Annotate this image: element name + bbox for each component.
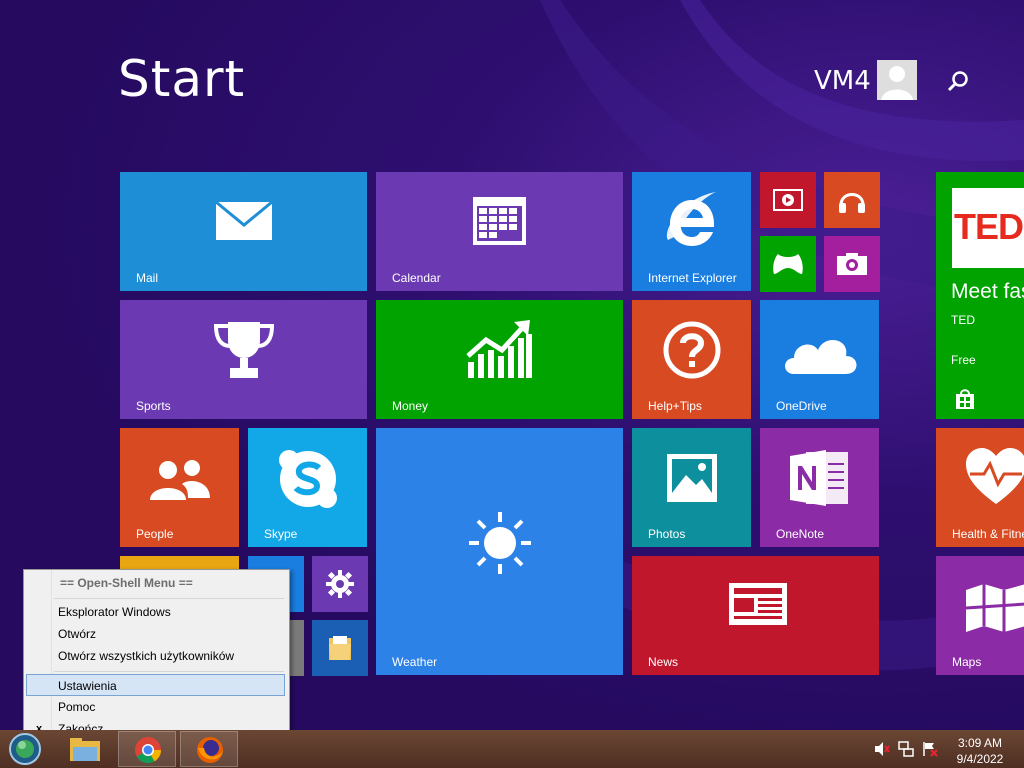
user-name[interactable]: VM4 bbox=[814, 66, 871, 96]
game-controller-icon bbox=[773, 254, 803, 274]
network-icon[interactable] bbox=[898, 741, 914, 757]
ted-headline: Meet fas bbox=[951, 280, 1024, 303]
start-button[interactable] bbox=[0, 730, 52, 766]
start-orb-icon bbox=[9, 733, 41, 765]
calendar-icon bbox=[473, 197, 526, 245]
tile-sports[interactable]: Sports bbox=[120, 300, 367, 419]
firefox-icon bbox=[197, 737, 223, 763]
photos-icon bbox=[667, 454, 717, 502]
menu-item-otworz[interactable]: Otwórz bbox=[26, 623, 285, 645]
mail-icon bbox=[215, 201, 273, 240]
skype-icon bbox=[279, 450, 337, 508]
heart-icon bbox=[966, 448, 1024, 504]
tile-label: Maps bbox=[952, 655, 982, 669]
clock-date: 9/4/2022 bbox=[956, 752, 1004, 766]
menu-header: == Open-Shell Menu == bbox=[60, 576, 193, 590]
map-icon bbox=[965, 584, 1024, 632]
tile-label: OneNote bbox=[776, 527, 825, 541]
cloud-icon bbox=[785, 339, 857, 374]
tile-skype[interactable]: Skype bbox=[248, 428, 367, 547]
tile-photos[interactable]: Photos bbox=[632, 428, 751, 547]
tile-label: News bbox=[648, 655, 679, 669]
tile-label: Help+Tips bbox=[648, 399, 702, 413]
ted-logo-box: TED bbox=[952, 188, 1024, 268]
tile-internet-explorer[interactable]: Internet Explorer bbox=[632, 172, 751, 291]
gear-icon bbox=[326, 570, 354, 598]
tile-label: People bbox=[136, 527, 174, 541]
tile-onenote[interactable]: OneNote bbox=[760, 428, 879, 547]
system-clock[interactable]: 3:09 AM 9/4/2022 bbox=[950, 735, 1010, 767]
open-shell-context-menu: == Open-Shell Menu == Eksplorator Window… bbox=[23, 569, 290, 745]
tile-money[interactable]: Money bbox=[376, 300, 623, 419]
money-chart-icon bbox=[466, 320, 532, 378]
tile-label: Weather bbox=[392, 655, 438, 669]
ted-price: Free bbox=[951, 353, 976, 367]
tile-label: Photos bbox=[648, 527, 686, 541]
camera-icon bbox=[837, 253, 867, 275]
sun-icon bbox=[469, 512, 531, 574]
tile-people[interactable]: People bbox=[120, 428, 239, 547]
trophy-icon bbox=[213, 322, 275, 378]
tile-camera[interactable] bbox=[824, 236, 880, 292]
tile-settings[interactable] bbox=[312, 556, 368, 612]
start-title: Start bbox=[118, 50, 246, 108]
tile-label: Calendar bbox=[392, 271, 441, 285]
tile-label: Skype bbox=[264, 527, 298, 541]
tile-mail[interactable]: Mail bbox=[120, 172, 367, 291]
folder-icon bbox=[329, 636, 351, 660]
onenote-icon bbox=[790, 450, 848, 506]
tile-games[interactable] bbox=[760, 236, 816, 292]
tile-calendar[interactable]: Calendar bbox=[376, 172, 623, 291]
search-icon[interactable] bbox=[944, 68, 972, 96]
tile-music[interactable] bbox=[824, 172, 880, 228]
ted-logo: TED bbox=[954, 206, 1024, 247]
taskbar-firefox[interactable] bbox=[180, 731, 238, 767]
menu-item-pomoc[interactable]: Pomoc bbox=[26, 696, 285, 718]
internet-explorer-icon bbox=[666, 192, 716, 246]
folder-icon bbox=[70, 738, 100, 761]
avatar-person-icon bbox=[881, 66, 913, 100]
chrome-icon bbox=[135, 737, 162, 764]
taskbar-file-explorer[interactable] bbox=[56, 731, 114, 767]
menu-separator bbox=[54, 671, 284, 672]
menu-separator bbox=[54, 598, 284, 599]
tile-label: Health & Fitne bbox=[952, 527, 1024, 541]
tile-maps[interactable]: Maps bbox=[936, 556, 1024, 675]
tile-label: Internet Explorer bbox=[648, 271, 737, 285]
volume-muted-icon[interactable] bbox=[874, 741, 890, 757]
menu-item-ustawienia[interactable]: Ustawienia bbox=[26, 674, 285, 696]
tile-label: OneDrive bbox=[776, 399, 827, 413]
tile-health-fitness[interactable]: Health & Fitne bbox=[936, 428, 1024, 547]
store-icon bbox=[956, 389, 974, 409]
tile-help-tips[interactable]: Help+Tips bbox=[632, 300, 751, 419]
action-center-flag-icon[interactable] bbox=[922, 741, 938, 757]
people-icon bbox=[150, 460, 210, 500]
help-icon bbox=[663, 321, 721, 379]
news-icon bbox=[729, 583, 787, 625]
tile-ted-store[interactable]: TED Meet fas TED Free bbox=[936, 172, 1024, 419]
tile-label: Sports bbox=[136, 399, 171, 413]
user-avatar[interactable] bbox=[877, 60, 917, 100]
ted-publisher: TED bbox=[951, 313, 975, 327]
menu-item-eksplorator-windows[interactable]: Eksplorator Windows bbox=[26, 601, 285, 623]
tile-news[interactable]: News bbox=[632, 556, 879, 675]
tile-video[interactable] bbox=[760, 172, 816, 228]
clock-time: 3:09 AM bbox=[957, 736, 1003, 750]
video-icon bbox=[773, 189, 803, 211]
tile-weather[interactable]: Weather bbox=[376, 428, 623, 675]
tile-file-explorer[interactable] bbox=[312, 620, 368, 676]
menu-item-otworz-wszystkich[interactable]: Otwórz wszystkich użytkowników bbox=[26, 645, 285, 667]
tile-onedrive[interactable]: OneDrive bbox=[760, 300, 879, 419]
headphones-icon bbox=[839, 193, 865, 213]
taskbar-chrome[interactable] bbox=[118, 731, 176, 767]
tile-label: Money bbox=[392, 399, 429, 413]
tile-label: Mail bbox=[136, 271, 159, 285]
